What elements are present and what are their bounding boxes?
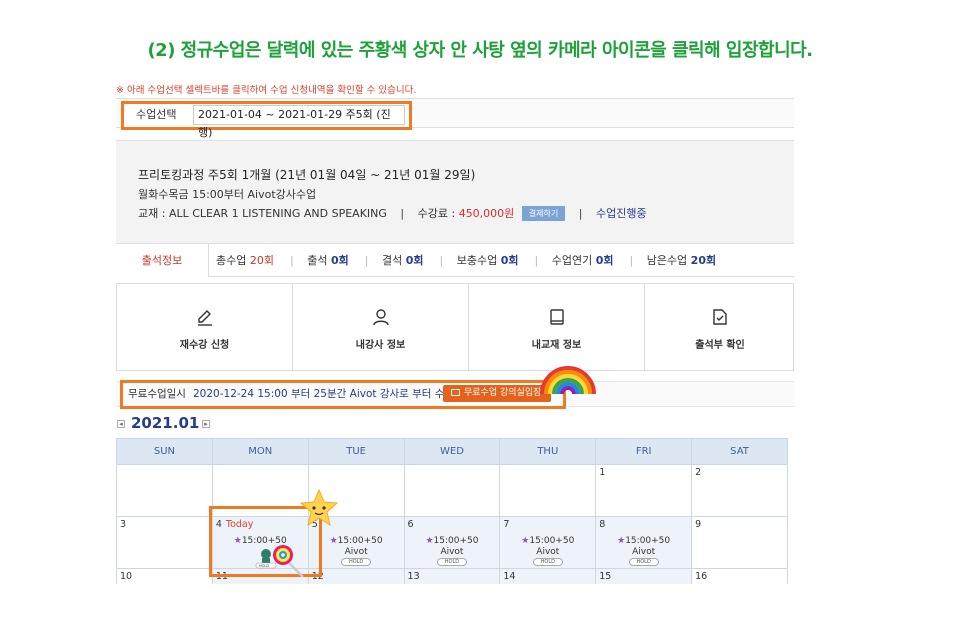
- quick-menu: 재수강 신청 내강사 정보 내교재 정보 출석부 확인: [116, 283, 794, 371]
- lesson-time: ★15:00+50: [425, 536, 479, 546]
- rainbow-icon: [540, 366, 596, 395]
- lesson-time: ★15:00+50: [617, 536, 671, 546]
- tutor-info-button[interactable]: 내강사 정보: [293, 284, 469, 370]
- course-title: 프리토킹과정 주5회 1개월 (21년 01월 04일 ~ 21년 01월 29…: [138, 168, 476, 182]
- menu-label: 재수강 신청: [179, 340, 230, 351]
- weekday-thu: THU: [499, 438, 597, 465]
- day-number: 7: [503, 519, 510, 530]
- calendar-day: 2: [691, 464, 788, 517]
- calendar-day: 12: [307, 568, 405, 585]
- pay-button[interactable]: 결제하기: [521, 206, 566, 221]
- document-check-icon: [713, 309, 727, 325]
- svg-text:HOLD: HOLD: [259, 564, 269, 568]
- attendance-stats: 총수업 20회 | 출석 0회 | 결석 0회 | 보충수업 0회 | 수업연기 0회 |…: [216, 244, 722, 277]
- weekday-sun: SUN: [116, 438, 213, 465]
- tab-attendance[interactable]: 출석정보: [116, 244, 209, 277]
- pencil-icon: [197, 310, 212, 326]
- weekday-wed: WED: [403, 438, 501, 465]
- calendar-day: 1: [595, 464, 693, 517]
- candy-camera-icon[interactable]: HOLD: [255, 543, 311, 579]
- calendar-day: 10: [116, 568, 213, 585]
- weekday-header: SUN MON TUE WED THU FRI SAT: [116, 438, 788, 465]
- lesson-time: ★15:00+50: [329, 536, 383, 546]
- book-icon: [549, 309, 564, 325]
- calendar-day: 15: [595, 568, 693, 585]
- month-title: 2021.01: [131, 414, 200, 432]
- star-icon: ★: [329, 536, 338, 546]
- stat-remaining: 남은수업 20회: [646, 254, 717, 267]
- divider: |: [578, 207, 583, 220]
- course-status: 수업진행중: [595, 207, 647, 220]
- day-number: 8: [599, 519, 606, 530]
- textbook-info-button[interactable]: 내교재 정보: [469, 284, 645, 370]
- stat-absent: 결석 0회: [381, 254, 424, 267]
- page-bottom-space: [0, 584, 960, 630]
- stat-attended: 출석 0회: [307, 254, 349, 267]
- select-notice: ※ 아래 수업선택 셀렉트바를 클릭하여 수업 신청내역을 확인할 수 있습니다…: [116, 85, 417, 96]
- calendar-day-lesson[interactable]: 8 ★15:00+50 Aivot HOLD: [595, 516, 693, 569]
- camera-icon: [451, 389, 460, 396]
- weekday-mon: MON: [211, 438, 309, 465]
- calendar-day: 9: [691, 516, 788, 569]
- tutor-name: Aivot: [632, 547, 656, 557]
- attendance-row: 출석정보 총수업 20회 | 출석 0회 | 결석 0회 | 보충수업 0회 | 수업연…: [116, 243, 794, 277]
- calendar-day-lesson[interactable]: 7 ★15:00+50 Aivot HOLD: [499, 516, 597, 569]
- menu-label: 내교재 정보: [531, 340, 582, 351]
- calendar-day: [116, 464, 213, 517]
- course-details: 교재 : ALL CLEAR 1 LISTENING AND SPEAKING …: [138, 205, 647, 221]
- tutor-name: Aivot: [440, 547, 464, 557]
- calendar-day: 3: [116, 516, 213, 569]
- course-textbook: 교재 : ALL CLEAR 1 LISTENING AND SPEAKING: [138, 207, 387, 220]
- tutor-name: Aivot: [536, 547, 560, 557]
- star-icon: ★: [617, 536, 626, 546]
- free-lesson-label: 무료수업일시: [128, 388, 186, 400]
- stat-makeup: 보충수업 0회: [456, 254, 519, 267]
- weekday-tue: TUE: [307, 438, 405, 465]
- tutor-name: Aivot: [344, 547, 368, 557]
- star-icon: ★: [425, 536, 434, 546]
- prev-month-button[interactable]: ◂: [117, 420, 125, 428]
- star-sticker-icon: [299, 488, 339, 527]
- course-schedule: 월화수목금 15:00부터 Aivot강사수업: [138, 188, 317, 201]
- calendar-day: [499, 464, 597, 517]
- calendar-day: [403, 464, 501, 517]
- hold-button[interactable]: HOLD: [628, 558, 659, 566]
- free-lesson-datetime: 2020-12-24 15:00 부터 25분간 Aivot 강사로 부터 수업: [193, 388, 455, 400]
- weekday-fri: FRI: [595, 438, 693, 465]
- fee-label: 수강료 :: [417, 207, 456, 220]
- stat-total: 총수업 20회: [216, 254, 274, 267]
- course-select-label: 수업선택: [136, 108, 177, 121]
- hold-button[interactable]: HOLD: [436, 558, 467, 566]
- calendar-day: 16: [691, 568, 788, 585]
- calendar-day: 13: [403, 568, 501, 585]
- next-month-button[interactable]: ▸: [202, 420, 210, 428]
- course-select-dropdown[interactable]: 2021-01-04 ~ 2021-01-29 주5회 (진행): [193, 105, 405, 139]
- lesson-time: ★15:00+50: [521, 536, 575, 546]
- calendar-day: 14: [499, 568, 597, 585]
- re-enroll-button[interactable]: 재수강 신청: [117, 284, 293, 370]
- person-icon: [372, 309, 389, 326]
- divider: |: [400, 207, 405, 220]
- stat-postponed: 수업연기 0회: [551, 254, 614, 267]
- day-number: 6: [407, 519, 414, 530]
- hold-button[interactable]: HOLD: [532, 558, 563, 566]
- fee-value: 450,000원: [458, 207, 515, 220]
- hold-button[interactable]: HOLD: [341, 558, 372, 566]
- weekday-sat: SAT: [691, 438, 788, 465]
- instruction-heading: (2) 정규수업은 달력에 있는 주황색 상자 안 사탕 옆의 카메라 아이콘을…: [147, 40, 813, 61]
- free-lesson-enter-button[interactable]: 무료수업 강의실입장: [443, 385, 551, 402]
- attendance-book-button[interactable]: 출석부 확인: [645, 284, 795, 370]
- calendar-day-lesson[interactable]: 6 ★15:00+50 Aivot HOLD: [403, 516, 501, 569]
- menu-label: 내강사 정보: [355, 340, 406, 351]
- menu-label: 출석부 확인: [695, 340, 745, 351]
